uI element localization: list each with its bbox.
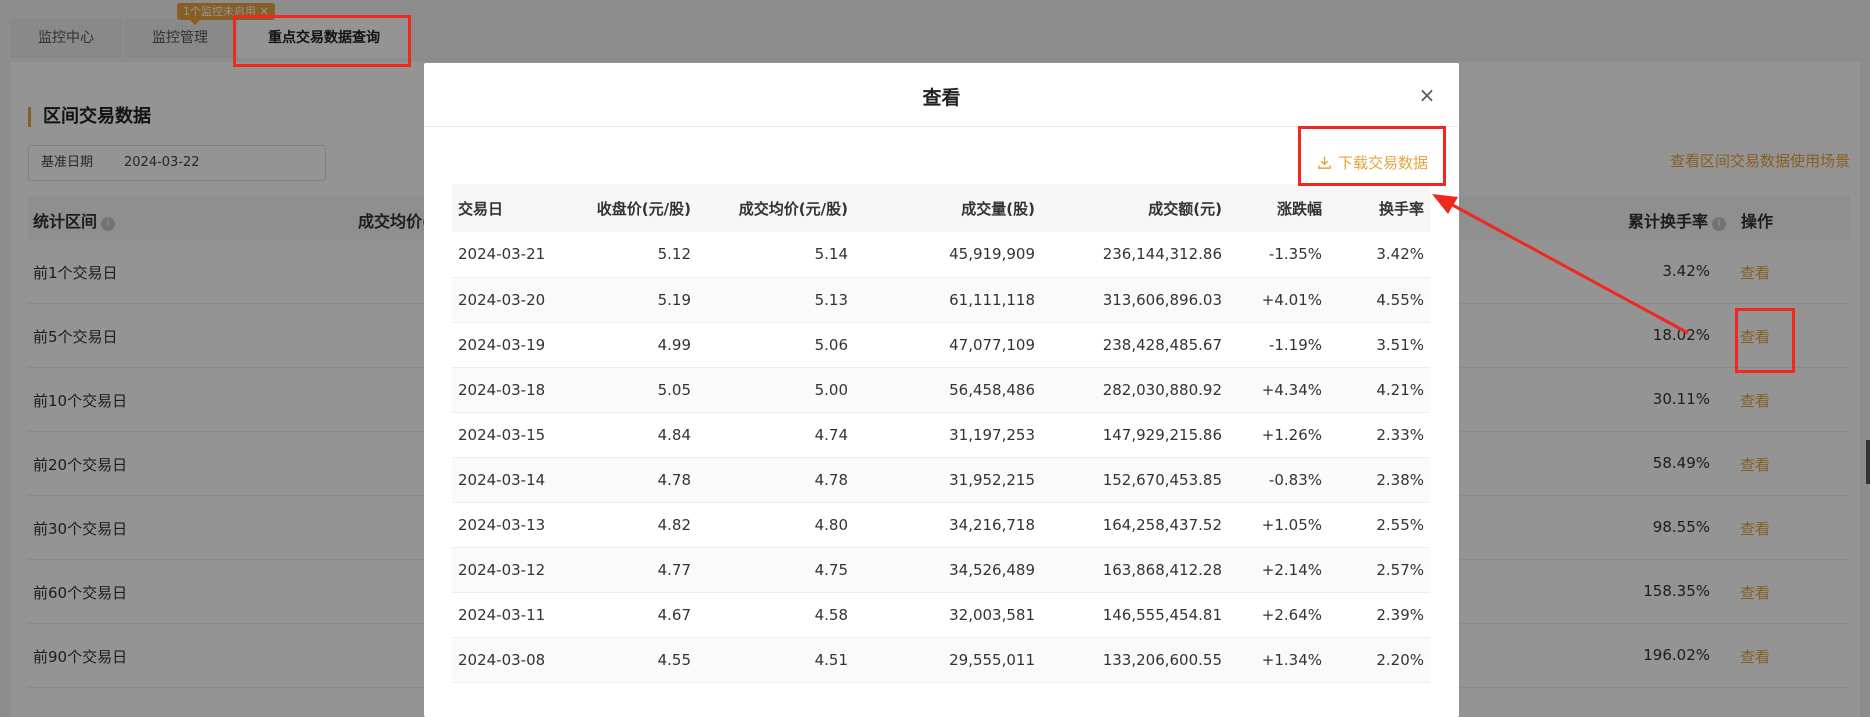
table-row: 2024-03-18 5.05 5.00 56,458,486 282,030,880.… xyxy=(452,367,1430,413)
cell-turnover: 2.39% xyxy=(1328,592,1430,638)
cell-close-price: 5.19 xyxy=(552,277,697,323)
close-button[interactable]: × xyxy=(1415,83,1439,107)
cell-volume: 31,197,253 xyxy=(854,412,1041,458)
cell-amount: 313,606,896.03 xyxy=(1041,277,1228,323)
col-close-price: 收盘价(元/股) xyxy=(552,184,697,232)
col-change: 涨跌幅 xyxy=(1228,184,1328,232)
download-trade-data-button[interactable]: 下载交易数据 xyxy=(1317,149,1428,175)
cell-turnover: 3.51% xyxy=(1328,322,1430,368)
cell-amount: 282,030,880.92 xyxy=(1041,367,1228,413)
trade-data-body: 2024-03-21 5.12 5.14 45,919,909 236,144,312.… xyxy=(452,232,1430,683)
cell-change: +1.05% xyxy=(1228,502,1328,548)
cell-change: -1.35% xyxy=(1228,232,1328,278)
cell-volume: 34,526,489 xyxy=(854,547,1041,593)
col-avg-price: 成交均价(元/股) xyxy=(697,184,854,232)
cell-avg-price: 5.14 xyxy=(697,232,854,278)
cell-trade-date: 2024-03-11 xyxy=(452,592,552,638)
cell-close-price: 4.99 xyxy=(552,322,697,368)
cell-close-price: 4.77 xyxy=(552,547,697,593)
cell-avg-price: 4.58 xyxy=(697,592,854,638)
cell-turnover: 2.38% xyxy=(1328,457,1430,503)
cell-avg-price: 4.80 xyxy=(697,502,854,548)
cell-trade-date: 2024-03-20 xyxy=(452,277,552,323)
cell-trade-date: 2024-03-14 xyxy=(452,457,552,503)
cell-close-price: 4.55 xyxy=(552,637,697,683)
cell-volume: 45,919,909 xyxy=(854,232,1041,278)
trade-data-table: 交易日 收盘价(元/股) 成交均价(元/股) 成交量(股) 成交额(元) 涨跌幅… xyxy=(452,184,1430,683)
cell-close-price: 4.82 xyxy=(552,502,697,548)
cell-trade-date: 2024-03-13 xyxy=(452,502,552,548)
cell-close-price: 5.05 xyxy=(552,367,697,413)
cell-turnover: 2.20% xyxy=(1328,637,1430,683)
table-row: 2024-03-21 5.12 5.14 45,919,909 236,144,312.… xyxy=(452,232,1430,278)
download-icon xyxy=(1318,156,1331,169)
cell-turnover: 2.33% xyxy=(1328,412,1430,458)
cell-avg-price: 4.75 xyxy=(697,547,854,593)
dialog-header: 查看 × xyxy=(424,63,1459,127)
table-row: 2024-03-12 4.77 4.75 34,526,489 163,868,412.… xyxy=(452,547,1430,593)
cell-volume: 47,077,109 xyxy=(854,322,1041,368)
cell-volume: 32,003,581 xyxy=(854,592,1041,638)
table-row: 2024-03-13 4.82 4.80 34,216,718 164,258,437.… xyxy=(452,502,1430,548)
cell-close-price: 4.84 xyxy=(552,412,697,458)
table-row: 2024-03-15 4.84 4.74 31,197,253 147,929,215.… xyxy=(452,412,1430,458)
cell-amount: 147,929,215.86 xyxy=(1041,412,1228,458)
col-amount: 成交额(元) xyxy=(1041,184,1228,232)
cell-close-price: 4.78 xyxy=(552,457,697,503)
cell-change: -0.83% xyxy=(1228,457,1328,503)
cell-turnover: 4.21% xyxy=(1328,367,1430,413)
cell-volume: 34,216,718 xyxy=(854,502,1041,548)
cell-turnover: 3.42% xyxy=(1328,232,1430,278)
cell-amount: 152,670,453.85 xyxy=(1041,457,1228,503)
cell-avg-price: 4.74 xyxy=(697,412,854,458)
cell-amount: 238,428,485.67 xyxy=(1041,322,1228,368)
table-row: 2024-03-20 5.19 5.13 61,111,118 313,606,896.… xyxy=(452,277,1430,323)
col-turnover: 换手率 xyxy=(1328,184,1430,232)
col-volume: 成交量(股) xyxy=(854,184,1041,232)
cell-trade-date: 2024-03-18 xyxy=(452,367,552,413)
cell-trade-date: 2024-03-21 xyxy=(452,232,552,278)
cell-turnover: 4.55% xyxy=(1328,277,1430,323)
cell-close-price: 4.67 xyxy=(552,592,697,638)
cell-change: +1.34% xyxy=(1228,637,1328,683)
cell-amount: 164,258,437.52 xyxy=(1041,502,1228,548)
cell-volume: 56,458,486 xyxy=(854,367,1041,413)
col-trade-date: 交易日 xyxy=(452,184,552,232)
cell-turnover: 2.57% xyxy=(1328,547,1430,593)
cell-amount: 133,206,600.55 xyxy=(1041,637,1228,683)
cell-change: +4.34% xyxy=(1228,367,1328,413)
cell-change: +2.14% xyxy=(1228,547,1328,593)
view-dialog: 查看 × 下载交易数据 交易日 收盘价(元/股) 成交均价(元/股) 成交量(股… xyxy=(424,63,1459,717)
cell-amount: 146,555,454.81 xyxy=(1041,592,1228,638)
download-label: 下载交易数据 xyxy=(1338,153,1429,172)
cell-trade-date: 2024-03-08 xyxy=(452,637,552,683)
cell-change: -1.19% xyxy=(1228,322,1328,368)
table-row: 2024-03-08 4.55 4.51 29,555,011 133,206,600.… xyxy=(452,637,1430,683)
cell-change: +4.01% xyxy=(1228,277,1328,323)
cell-trade-date: 2024-03-12 xyxy=(452,547,552,593)
cell-avg-price: 5.13 xyxy=(697,277,854,323)
scrollbar-thumb[interactable] xyxy=(1866,440,1870,484)
table-header-row: 交易日 收盘价(元/股) 成交均价(元/股) 成交量(股) 成交额(元) 涨跌幅… xyxy=(452,184,1430,232)
cell-avg-price: 4.78 xyxy=(697,457,854,503)
cell-trade-date: 2024-03-19 xyxy=(452,322,552,368)
cell-avg-price: 5.06 xyxy=(697,322,854,368)
table-row: 2024-03-11 4.67 4.58 32,003,581 146,555,454.… xyxy=(452,592,1430,638)
cell-trade-date: 2024-03-15 xyxy=(452,412,552,458)
cell-avg-price: 4.51 xyxy=(697,637,854,683)
cell-change: +2.64% xyxy=(1228,592,1328,638)
cell-avg-price: 5.00 xyxy=(697,367,854,413)
cell-volume: 31,952,215 xyxy=(854,457,1041,503)
table-row: 2024-03-14 4.78 4.78 31,952,215 152,670,453.… xyxy=(452,457,1430,503)
cell-amount: 163,868,412.28 xyxy=(1041,547,1228,593)
cell-volume: 29,555,011 xyxy=(854,637,1041,683)
cell-close-price: 5.12 xyxy=(552,232,697,278)
cell-change: +1.26% xyxy=(1228,412,1328,458)
cell-turnover: 2.55% xyxy=(1328,502,1430,548)
cell-amount: 236,144,312.86 xyxy=(1041,232,1228,278)
cell-volume: 61,111,118 xyxy=(854,277,1041,323)
table-row: 2024-03-19 4.99 5.06 47,077,109 238,428,485.… xyxy=(452,322,1430,368)
dialog-title: 查看 xyxy=(922,87,961,109)
